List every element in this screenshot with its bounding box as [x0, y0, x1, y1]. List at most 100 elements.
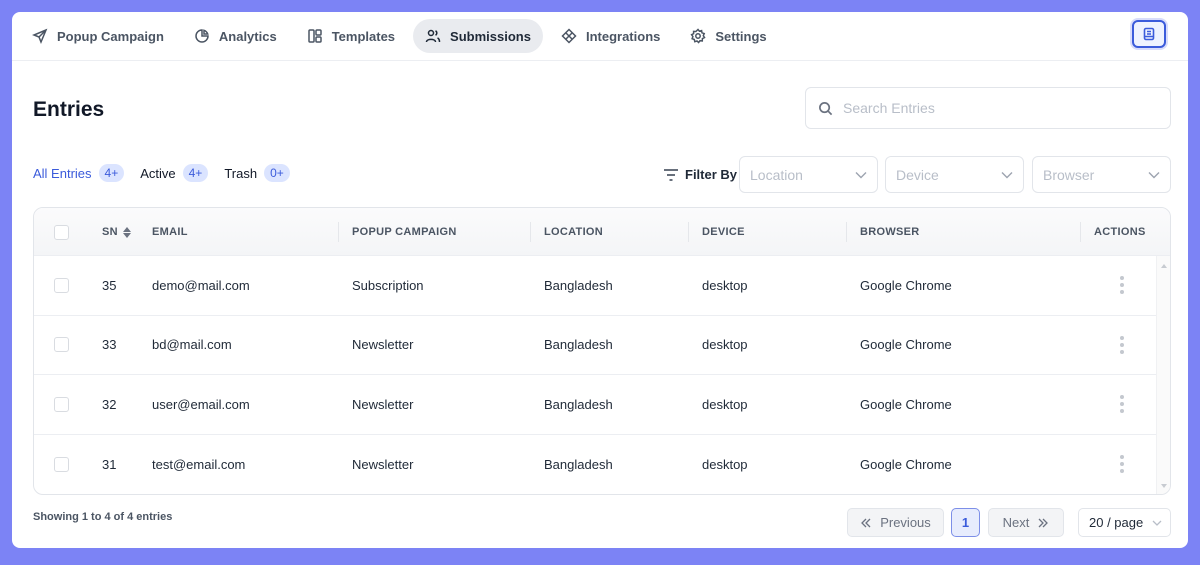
count-badge: 4+ — [182, 164, 209, 182]
top-navigation: Popup Campaign Analytics Templates Submi… — [12, 12, 1188, 61]
entry-tab-label: All Entries — [33, 165, 92, 181]
select-all-checkbox[interactable] — [54, 224, 69, 240]
row-checkbox[interactable] — [54, 277, 69, 293]
table-header: SN EMAIL POPUP CAMPAIGN LOCATION DEVICE … — [34, 208, 1170, 256]
document-icon — [1143, 27, 1155, 41]
users-icon — [425, 29, 441, 43]
browser-select-placeholder: Browser — [1043, 166, 1095, 183]
showing-entries-text: Showing 1 to 4 of 4 entries — [33, 511, 173, 523]
filter-icon — [664, 168, 678, 181]
actions-cell — [1112, 435, 1132, 495]
page-number-button[interactable]: 1 — [951, 508, 980, 537]
column-header-campaign: POPUP CAMPAIGN — [352, 226, 457, 238]
more-actions-icon[interactable] — [1112, 392, 1132, 416]
location-select[interactable]: Location — [739, 156, 878, 193]
device-cell: desktop — [702, 277, 748, 293]
filter-by-text: Filter By — [685, 167, 738, 182]
row-select-cell — [54, 435, 69, 495]
tab-settings[interactable]: Settings — [678, 19, 778, 53]
tab-templates[interactable]: Templates — [295, 19, 407, 53]
row-checkbox[interactable] — [54, 396, 69, 412]
column-header-device: DEVICE — [702, 226, 745, 238]
table-row: 32 user@email.com Newsletter Bangladesh … — [34, 375, 1170, 435]
sn-cell: 31 — [102, 456, 117, 472]
header-cell-sn[interactable]: SN — [102, 208, 131, 256]
entry-tabs: All Entries 4+ Active 4+ Trash 0+ — [33, 164, 306, 182]
tab-label: Analytics — [218, 28, 277, 44]
table-row: 35 demo@mail.com Subscription Bangladesh… — [34, 256, 1170, 316]
column-header-browser: BROWSER — [860, 226, 920, 238]
browser-cell: Google Chrome — [860, 337, 952, 353]
previous-button[interactable]: Previous — [847, 508, 944, 537]
search-input[interactable] — [843, 100, 1143, 116]
chevron-down-icon — [1152, 520, 1162, 526]
header-cell-email: EMAIL — [152, 208, 188, 256]
documentation-button[interactable] — [1132, 20, 1166, 48]
tab-popup-campaign[interactable]: Popup Campaign — [20, 19, 176, 53]
send-icon — [32, 28, 48, 44]
search-icon — [819, 101, 833, 115]
entry-tab-all[interactable]: All Entries 4+ — [33, 164, 125, 182]
table-scrollbar[interactable] — [1156, 256, 1170, 494]
location-cell: Bangladesh — [544, 337, 613, 353]
entry-tab-trash[interactable]: Trash 0+ — [224, 164, 290, 182]
table-body: 35 demo@mail.com Subscription Bangladesh… — [34, 256, 1170, 494]
column-header-location: LOCATION — [544, 226, 604, 238]
sn-cell: 35 — [102, 277, 117, 293]
header-cell-device: DEVICE — [688, 208, 745, 256]
header-cell-campaign: POPUP CAMPAIGN — [338, 208, 457, 256]
device-select-placeholder: Device — [896, 166, 939, 183]
email-cell: demo@mail.com — [152, 277, 250, 293]
previous-label: Previous — [880, 515, 931, 530]
campaign-cell: Newsletter — [352, 337, 414, 353]
double-chevron-right-icon — [1038, 518, 1049, 527]
browser-cell: Google Chrome — [860, 456, 952, 472]
tab-integrations[interactable]: Integrations — [549, 19, 672, 53]
email-cell: user@email.com — [152, 396, 250, 412]
next-button[interactable]: Next — [988, 508, 1064, 537]
entry-tab-label: Trash — [224, 165, 258, 181]
row-checkbox[interactable] — [54, 337, 69, 353]
entry-tab-active[interactable]: Active 4+ — [140, 164, 209, 182]
column-header-email: EMAIL — [152, 226, 188, 238]
campaign-cell: Newsletter — [352, 396, 414, 412]
chevron-down-icon — [855, 171, 867, 178]
page-size-select[interactable]: 20 / page — [1078, 508, 1171, 537]
tab-label: Submissions — [450, 28, 531, 44]
row-select-cell — [54, 316, 69, 375]
email-cell: test@email.com — [152, 456, 246, 472]
email-cell: bd@mail.com — [152, 337, 232, 353]
scroll-down-arrow-icon[interactable] — [1161, 484, 1167, 488]
campaign-cell: Newsletter — [352, 456, 414, 472]
location-cell: Bangladesh — [544, 396, 613, 412]
column-header-actions: ACTIONS — [1094, 226, 1146, 238]
row-select-cell — [54, 256, 69, 315]
more-actions-icon[interactable] — [1112, 333, 1132, 357]
sort-icon[interactable] — [122, 226, 131, 238]
device-select[interactable]: Device — [885, 156, 1024, 193]
chevron-down-icon — [1001, 171, 1013, 178]
tab-label: Templates — [331, 28, 396, 44]
search-box[interactable] — [805, 87, 1171, 129]
sn-cell: 32 — [102, 396, 117, 412]
count-badge: 4+ — [98, 164, 125, 182]
scroll-up-arrow-icon[interactable] — [1161, 264, 1167, 268]
more-actions-icon[interactable] — [1112, 452, 1132, 476]
location-cell: Bangladesh — [544, 456, 613, 472]
tab-submissions[interactable]: Submissions — [413, 19, 543, 53]
integrations-icon — [561, 28, 577, 44]
tab-label: Popup Campaign — [57, 28, 164, 44]
tab-analytics[interactable]: Analytics — [182, 19, 289, 53]
header-cell-select — [54, 208, 69, 256]
page-size-label: 20 / page — [1089, 515, 1144, 530]
device-cell: desktop — [702, 456, 748, 472]
row-checkbox[interactable] — [54, 456, 69, 472]
more-actions-icon[interactable] — [1112, 273, 1132, 297]
table-row: 31 test@email.com Newsletter Bangladesh … — [34, 435, 1170, 495]
app-window: Popup Campaign Analytics Templates Submi… — [12, 12, 1188, 548]
tab-label: Settings — [715, 28, 767, 44]
browser-select[interactable]: Browser — [1032, 156, 1171, 193]
actions-cell — [1112, 375, 1132, 434]
count-badge: 0+ — [264, 164, 290, 182]
browser-cell: Google Chrome — [860, 396, 952, 412]
